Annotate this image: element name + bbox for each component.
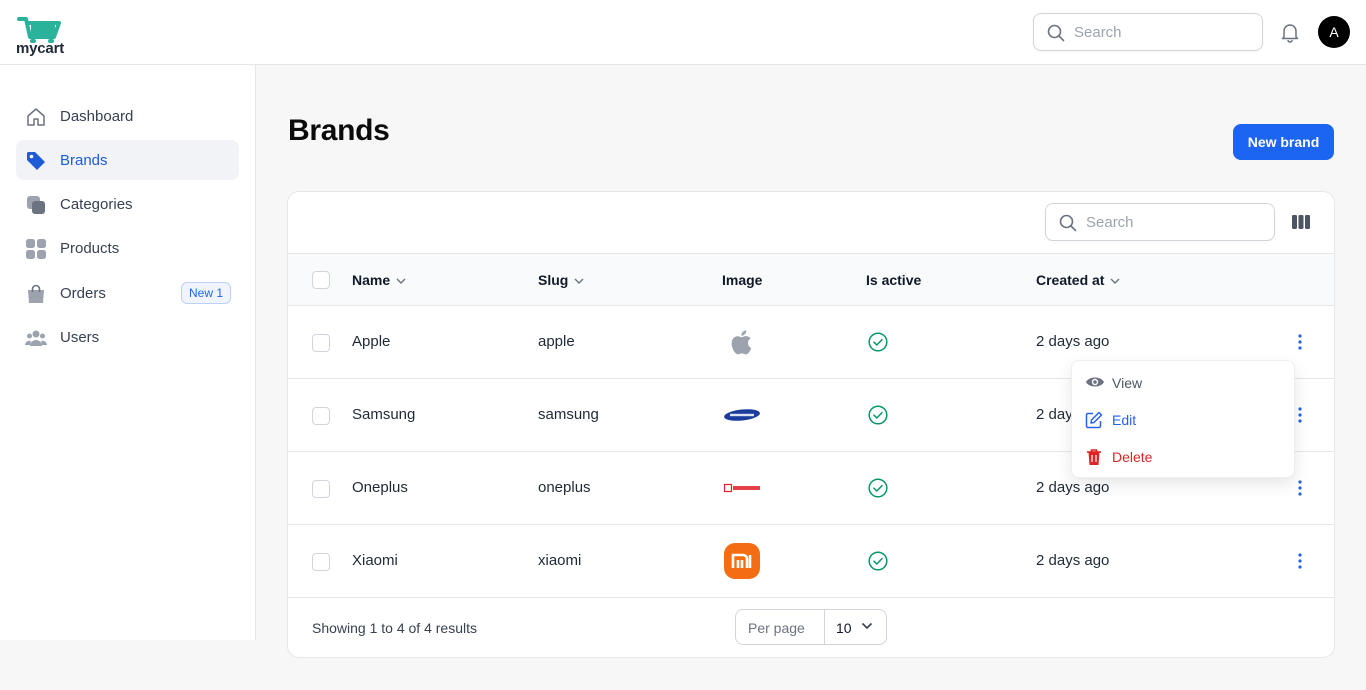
row-checkbox[interactable] [312, 480, 330, 498]
created-at: 2 days ago [1036, 552, 1110, 569]
select-all-checkbox[interactable] [312, 271, 330, 289]
table-search[interactable] [1045, 203, 1275, 241]
brand-slug: oneplus [538, 479, 591, 496]
check-circle-icon [868, 478, 888, 498]
sidebar: Dashboard Brands Categories Products Ord… [0, 65, 256, 640]
table-header: Name Slug Image Is active Created at [288, 253, 1334, 306]
divider [824, 610, 825, 644]
chevron-down-icon [396, 278, 406, 285]
per-page-value[interactable]: 10 [836, 620, 852, 636]
row-actions-menu: View Edit Delete [1071, 360, 1295, 478]
brand-name: Oneplus [352, 479, 408, 496]
row-checkbox[interactable] [312, 553, 330, 571]
sidebar-item-categories[interactable]: Categories [16, 184, 239, 224]
created-at: 2 days ago [1036, 479, 1110, 496]
user-avatar[interactable]: A [1318, 16, 1350, 48]
edit-icon [1085, 411, 1103, 429]
menu-item-delete[interactable]: Delete [1072, 440, 1296, 474]
global-search[interactable] [1033, 13, 1263, 51]
sidebar-item-brands[interactable]: Brands [16, 140, 239, 180]
shopping-bag-icon [28, 284, 44, 303]
sidebar-item-label: Brands [60, 152, 108, 169]
sidebar-bottom-strip [0, 640, 256, 690]
menu-item-label: Delete [1112, 449, 1153, 465]
brand-name: Xiaomi [352, 552, 398, 569]
column-header-is-active: Is active [866, 272, 922, 288]
menu-item-label: Edit [1112, 412, 1137, 428]
results-summary: Showing 1 to 4 of 4 results [312, 620, 477, 636]
brand-slug: apple [538, 333, 575, 350]
sidebar-item-label: Categories [60, 196, 133, 213]
row-checkbox[interactable] [312, 407, 330, 425]
table-search-input[interactable] [1086, 204, 1266, 240]
menu-item-label: View [1112, 375, 1143, 391]
oneplus-logo-icon [724, 483, 760, 493]
check-circle-icon [868, 551, 888, 571]
apple-logo-icon [731, 330, 752, 355]
per-page-label: Per page [748, 620, 805, 636]
bell-icon[interactable] [1279, 21, 1301, 43]
column-header-created-at[interactable]: Created at [1036, 272, 1120, 288]
samsung-logo-icon [724, 409, 760, 421]
layers-icon [27, 196, 45, 214]
sidebar-item-users[interactable]: Users [16, 317, 239, 357]
brand-slug: samsung [538, 406, 599, 423]
trash-icon [1087, 449, 1101, 465]
new-brand-button[interactable]: New brand [1233, 124, 1334, 160]
brand-name: Samsung [352, 406, 416, 423]
search-icon [1047, 24, 1065, 42]
top-bar: mycart A [0, 0, 1366, 65]
search-icon [1059, 214, 1077, 232]
column-header-image: Image [722, 272, 763, 288]
chevron-down-icon [1110, 278, 1120, 285]
more-vertical-icon[interactable] [1294, 551, 1306, 571]
sidebar-item-products[interactable]: Products [16, 228, 239, 268]
sidebar-item-label: Products [60, 240, 120, 257]
global-search-input[interactable] [1074, 14, 1254, 50]
brand-slug: xiaomi [538, 552, 582, 569]
column-header-slug[interactable]: Slug [538, 272, 584, 288]
grid-icon [26, 239, 46, 259]
more-vertical-icon[interactable] [1294, 478, 1306, 498]
logo-text: mycart [16, 40, 64, 57]
sidebar-item-label: Dashboard [60, 108, 134, 125]
sidebar-item-label: Users [60, 329, 100, 346]
menu-item-edit[interactable]: Edit [1072, 403, 1296, 437]
orders-badge: New 1 [180, 282, 231, 304]
sidebar-item-dashboard[interactable]: Dashboard [16, 96, 239, 136]
check-circle-icon [868, 332, 888, 352]
users-icon [25, 330, 47, 346]
more-vertical-icon[interactable] [1294, 332, 1306, 352]
menu-item-view[interactable]: View [1072, 366, 1296, 400]
home-icon [27, 108, 45, 126]
tag-icon [27, 152, 45, 170]
eye-icon [1086, 377, 1104, 387]
chevron-down-icon [861, 622, 873, 630]
created-at: 2 days ago [1036, 333, 1110, 350]
column-header-name[interactable]: Name [352, 272, 406, 288]
chevron-down-icon [574, 278, 584, 285]
page-title: Brands [288, 114, 390, 147]
xiaomi-logo-icon [724, 543, 760, 579]
table-row: Xiaomi xiaomi 2 days ago [288, 525, 1334, 598]
row-checkbox[interactable] [312, 334, 330, 352]
brand-name: Apple [352, 333, 391, 350]
sidebar-item-orders[interactable]: Orders New 1 [16, 273, 239, 313]
table-footer: Showing 1 to 4 of 4 results Per page 10 [288, 598, 1334, 658]
check-circle-icon [868, 405, 888, 425]
per-page-select[interactable]: Per page 10 [735, 609, 887, 645]
sidebar-item-label: Orders [60, 285, 106, 302]
column-toggle-icon[interactable] [1292, 214, 1310, 230]
